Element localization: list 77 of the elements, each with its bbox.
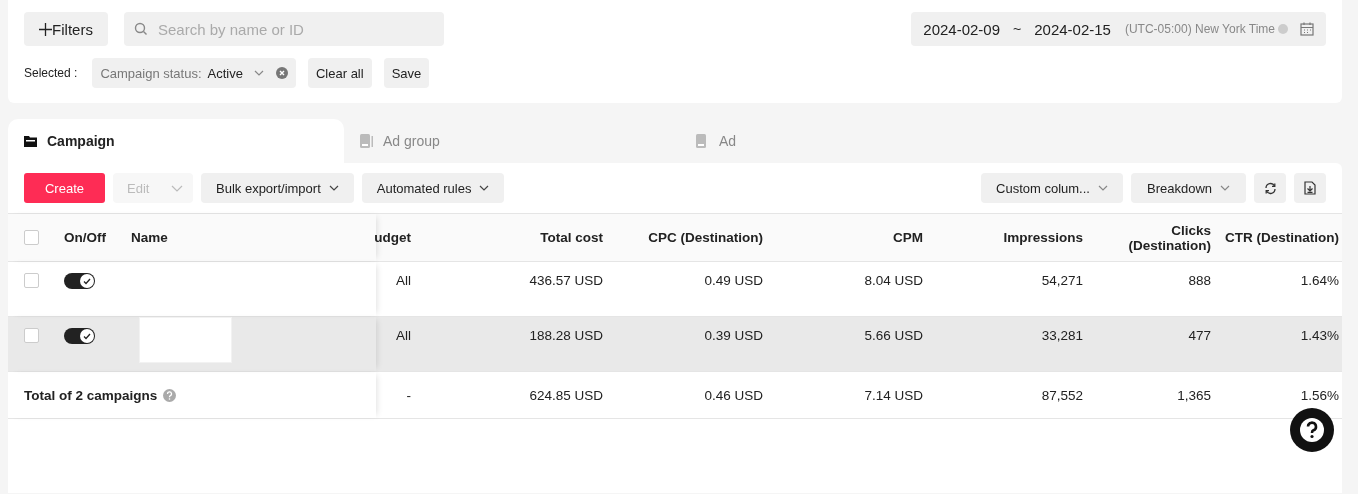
table-cell: 624.85 USD <box>529 387 603 403</box>
toggle-switch[interactable] <box>64 273 95 289</box>
chevron-icon <box>1097 185 1108 191</box>
column-header: udget <box>374 230 411 245</box>
start-date: 2024-02-09 <box>923 20 1001 38</box>
download-icon <box>1304 181 1316 195</box>
table-cell: 33,281 <box>1041 328 1083 343</box>
column-header: CPM <box>893 230 923 245</box>
table-cell: 8.04 USD <box>864 273 923 288</box>
table-cell: 1.43% <box>1300 328 1339 343</box>
table-cell: 1,365 <box>1177 387 1211 403</box>
help-button[interactable] <box>1290 408 1334 452</box>
document-icon <box>360 134 373 148</box>
table-cell: 1.56% <box>1300 387 1339 403</box>
table-cell: 5.66 USD <box>864 328 923 343</box>
table-cell: 188.28 USD <box>529 328 603 343</box>
filters-button[interactable]: Filters <box>24 12 108 46</box>
table-cell: All <box>396 328 411 343</box>
table-cell: 54,271 <box>1041 273 1083 288</box>
bulk-export-import-button[interactable]: Bulk export/import <box>201 173 354 203</box>
table-cell: 0.49 USD <box>704 273 763 288</box>
search-field[interactable]: Search by name or ID <box>124 12 444 46</box>
table-cell: 477 <box>1188 328 1211 343</box>
end-date: 2024-02-15 <box>1034 20 1111 38</box>
chevron-icon <box>1220 185 1230 191</box>
breakdown-button[interactable]: Breakdown <box>1131 173 1246 203</box>
column-header: Total cost <box>540 230 603 245</box>
check-icon <box>83 332 91 340</box>
toggle-switch[interactable] <box>64 328 95 344</box>
column-header: Name <box>131 230 168 245</box>
column-header: On/Off <box>64 230 106 245</box>
table-cell: 0.39 USD <box>704 328 763 343</box>
calendar-icon <box>1300 22 1314 36</box>
chevron-icon <box>171 184 183 192</box>
chevron-icon <box>253 70 264 76</box>
folder-icon <box>24 135 37 147</box>
create-button[interactable]: Create <box>24 173 105 203</box>
chip-label: Campaign status: <box>100 65 202 81</box>
row-checkbox[interactable] <box>24 273 39 288</box>
refresh-icon <box>1263 181 1277 195</box>
column-header: CTR (Destination) <box>1225 230 1339 245</box>
chip-value: Active <box>207 65 243 81</box>
export-button[interactable] <box>1294 173 1326 203</box>
clear-all-button[interactable]: Clear all <box>307 58 372 88</box>
automated-rules-button[interactable]: Automated rules <box>361 173 505 203</box>
search-input[interactable]: Search by name or ID <box>156 19 434 39</box>
filter-chip[interactable]: Campaign status: Active <box>92 58 296 88</box>
document-icon <box>696 134 709 148</box>
date-range-picker[interactable]: 2024-02-09 ~ 2024-02-15 (UTC-05:00) New York Time <box>911 12 1326 46</box>
chevron-icon <box>328 185 339 191</box>
row-checkbox[interactable] <box>24 328 39 343</box>
refresh-button[interactable] <box>1254 173 1286 203</box>
selected-label: Selected : <box>24 66 78 80</box>
table-cell: 888 <box>1188 273 1211 288</box>
table-row[interactable]: All 188.28 USD 0.39 USD 5.66 USD 33,281 477 1.43% <box>8 317 1342 372</box>
select-all-checkbox[interactable] <box>24 230 39 245</box>
column-header: Impressions <box>1003 230 1083 245</box>
search-icon <box>134 22 148 36</box>
date-separator: ~ <box>1013 21 1022 37</box>
table-cell: 87,552 <box>1041 387 1083 403</box>
table-cell: 436.57 USD <box>529 273 603 288</box>
check-icon <box>83 277 91 285</box>
plus-icon <box>39 22 53 36</box>
column-header: Clicks (Destination) <box>1127 222 1211 253</box>
column-header: CPC (Destination) <box>648 230 763 245</box>
table-cell: 7.14 USD <box>864 387 923 403</box>
clear-icon[interactable] <box>275 67 288 79</box>
table-cell: 0.46 USD <box>704 387 763 403</box>
table-cell: - <box>406 387 411 403</box>
chevron-icon <box>479 185 490 191</box>
total-label: Total of 2 campaigns <box>24 387 158 403</box>
table-cell: All <box>396 273 411 288</box>
timezone: (UTC-05:00) New York Time <box>1124 22 1275 36</box>
tab[interactable]: Campaign <box>8 119 344 163</box>
custom-columns-button[interactable]: Custom colum... <box>981 173 1123 203</box>
table-cell: 1.64% <box>1300 273 1339 288</box>
save-button[interactable]: Save <box>383 58 430 88</box>
